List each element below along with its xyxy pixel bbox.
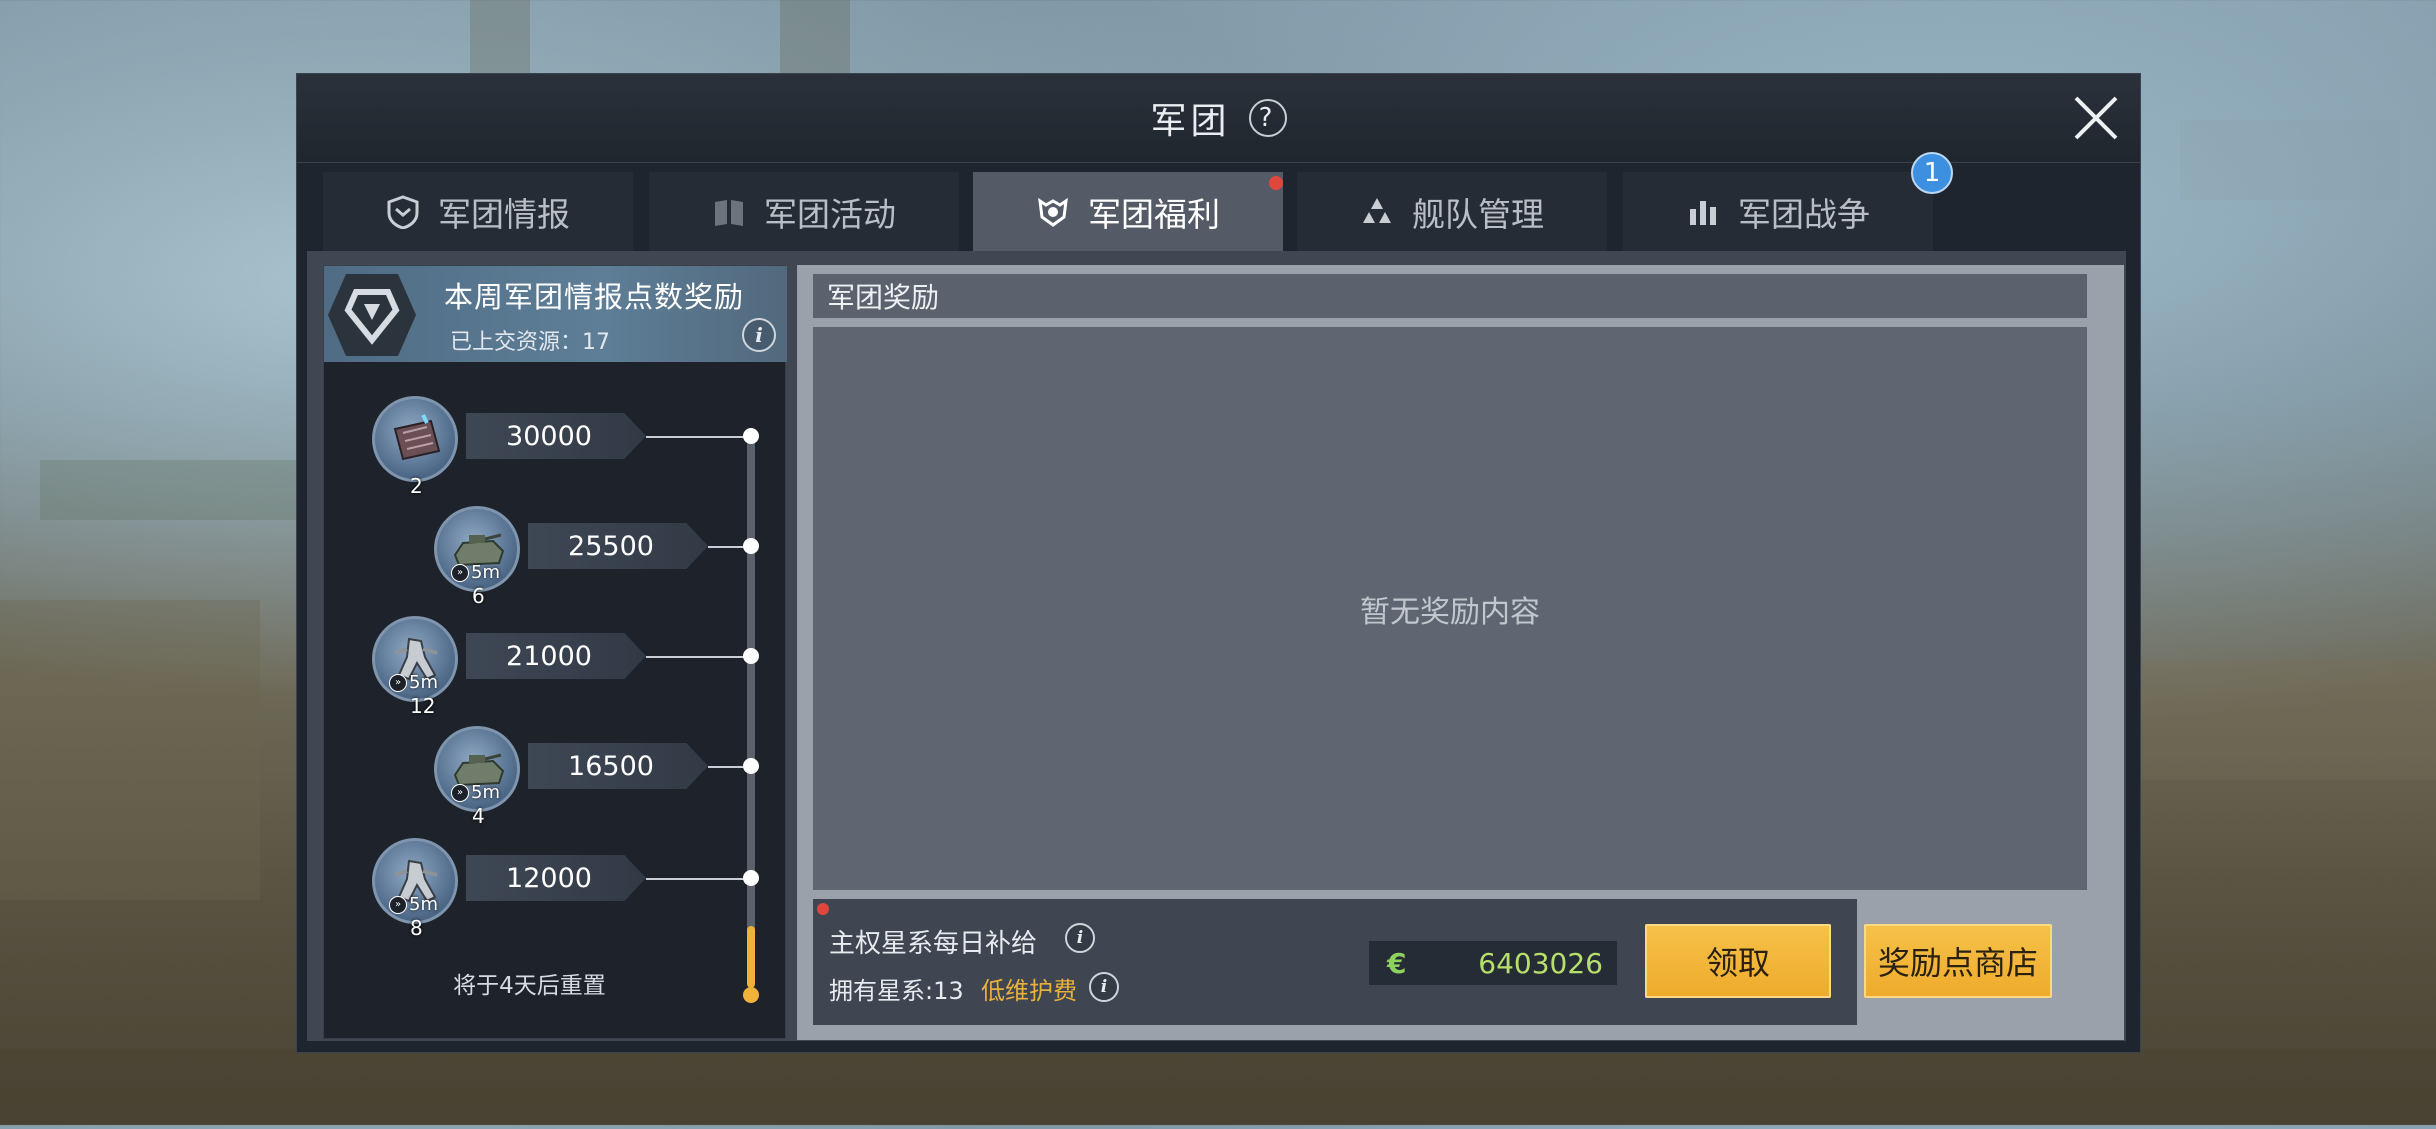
info-icon[interactable]: i <box>1089 972 1119 1002</box>
reward-item[interactable]: » 5m <box>372 616 458 702</box>
tab-label: 军团战争 <box>1738 195 1870 234</box>
info-icon[interactable]: i <box>742 318 776 352</box>
tier-connector <box>646 436 744 438</box>
reset-timer: 将于4天后重置 <box>453 973 606 999</box>
progress-fill <box>747 926 755 988</box>
speedup-icon: » <box>451 783 469 802</box>
reward-item[interactable]: » 5m <box>434 506 520 592</box>
speedup-tag: » 5m <box>451 782 500 803</box>
reward-count: 6 <box>472 584 485 608</box>
tab-label: 军团福利 <box>1088 195 1220 234</box>
tier-threshold: 21000 <box>466 633 646 679</box>
speedup-label: 5m <box>409 894 438 915</box>
speedup-tag: » 5m <box>389 894 438 915</box>
tab-legion-welfare[interactable]: 军团福利 <box>973 172 1283 252</box>
legion-logo-icon <box>328 274 416 356</box>
weekly-reward-header: 本周军团情报点数奖励 已上交资源：17 i <box>324 266 787 362</box>
progress-marker <box>743 987 759 1003</box>
submitted-resources: 已上交资源：17 <box>450 330 610 355</box>
claim-button[interactable]: 领取 <box>1645 924 1831 998</box>
reward-count: 8 <box>410 916 423 940</box>
tier-threshold: 12000 <box>466 855 646 901</box>
speedup-tag: » 5m <box>451 562 500 583</box>
notification-dot <box>1269 176 1283 190</box>
daily-supply-bar: 主权星系每日补给 i 拥有星系:13 低维护费 i € 6403026 领取 <box>813 899 1857 1025</box>
speedup-tag: » 5m <box>389 672 438 693</box>
credits-value: 6403026 <box>1478 946 1603 980</box>
reward-item[interactable]: » 5m <box>434 726 520 812</box>
question-icon[interactable]: ? <box>1248 99 1287 137</box>
info-icon[interactable]: i <box>1065 923 1095 953</box>
tab-legion-intel[interactable]: 军团情报 <box>323 172 633 252</box>
reward-item[interactable]: » 5m <box>372 838 458 924</box>
reward-count: 4 <box>472 804 485 828</box>
tab-label: 军团情报 <box>438 195 570 234</box>
close-icon <box>2074 96 2118 140</box>
owned-systems: 拥有星系:13 <box>829 977 964 1005</box>
shield-icon <box>387 195 419 229</box>
empty-message: 暂无奖励内容 <box>1360 594 1540 630</box>
speedup-icon: » <box>389 895 407 914</box>
currency-display: € 6403026 <box>1369 941 1617 985</box>
speedup-label: 5m <box>409 672 438 693</box>
speedup-label: 5m <box>471 782 500 803</box>
tier-marker <box>743 428 759 444</box>
credits-icon: € <box>1387 946 1407 980</box>
book-icon <box>715 200 743 226</box>
tier-marker <box>743 758 759 774</box>
reward-item[interactable] <box>372 396 458 482</box>
weekly-reward-title: 本周军团情报点数奖励 <box>444 280 745 314</box>
tab-legion-activity[interactable]: 军团活动 <box>649 172 959 252</box>
buildings-icon <box>1690 201 1716 225</box>
notification-dot <box>817 903 829 915</box>
speedup-label: 5m <box>471 562 500 583</box>
speedup-icon: » <box>451 563 469 582</box>
close-button[interactable] <box>2068 90 2124 146</box>
reward-count: 12 <box>410 694 436 718</box>
title-bar: 军团 ? <box>297 74 2140 163</box>
tier-connector <box>708 766 744 768</box>
modal-title: 军团 <box>1150 101 1231 142</box>
tier-threshold: 16500 <box>528 743 708 789</box>
legion-modal: 军团 ? 军团情报 军团活动 军团福利 舰队管理 军团战争 1 本周军团情报点数… <box>296 73 2141 1053</box>
reward-count: 2 <box>410 474 423 498</box>
reward-list-area: 暂无奖励内容 <box>813 327 2087 890</box>
tier-connector <box>708 546 744 548</box>
emblem-icon <box>1038 197 1068 227</box>
tier-threshold: 30000 <box>466 413 646 459</box>
weekly-reward-panel: 本周军团情报点数奖励 已上交资源：17 i 2 30000» 5m 6 25500» 5m… <box>323 265 787 1039</box>
tier-connector <box>646 656 744 658</box>
tier-marker <box>743 648 759 664</box>
tab-legion-war[interactable]: 军团战争 1 <box>1623 152 1953 252</box>
reward-shop-button[interactable]: 奖励点商店 <box>1864 924 2052 998</box>
fleet-icon <box>1363 198 1391 223</box>
tier-threshold: 25500 <box>528 523 708 569</box>
legion-reward-panel: 军团奖励 暂无奖励内容 主权星系每日补给 i 拥有星系:13 低维护费 i € … <box>797 265 2124 1040</box>
tier-connector <box>646 878 744 880</box>
sovereign-supply-label: 主权星系每日补给 <box>829 929 1038 959</box>
blueprint-icon <box>393 414 441 461</box>
tab-label: 军团活动 <box>764 195 896 234</box>
upkeep-label: 低维护费 <box>981 977 1077 1005</box>
progress-track <box>747 436 755 986</box>
legion-reward-header: 军团奖励 <box>813 274 2087 318</box>
tier-marker <box>743 538 759 554</box>
tier-marker <box>743 870 759 886</box>
notification-badge: 1 <box>1911 152 1953 194</box>
tab-label: 舰队管理 <box>1412 195 1544 234</box>
tab-fleet-management[interactable]: 舰队管理 <box>1297 172 1607 252</box>
speedup-icon: » <box>389 673 407 692</box>
